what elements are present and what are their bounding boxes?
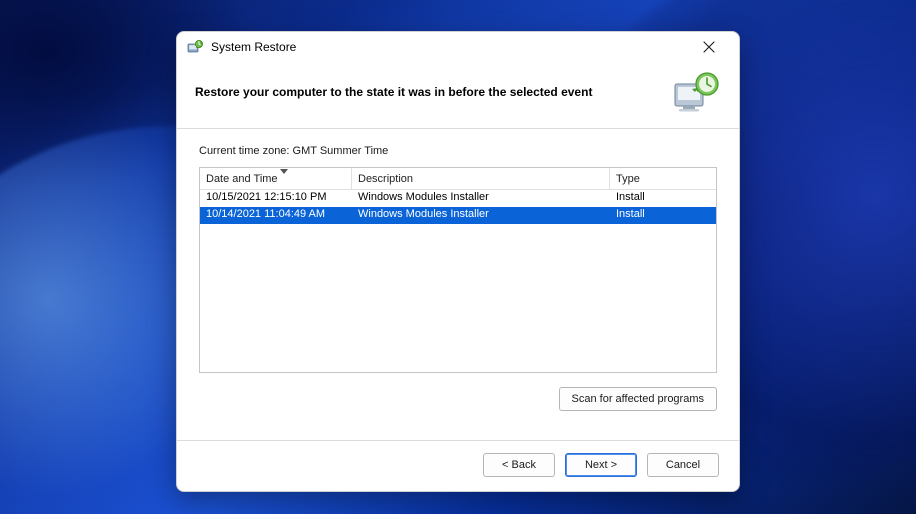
list-header: Date and Time Description Type — [200, 168, 716, 190]
cell-description: Windows Modules Installer — [352, 190, 610, 207]
column-header-description[interactable]: Description — [352, 168, 610, 189]
wizard-body: Current time zone: GMT Summer Time Date … — [177, 129, 739, 440]
system-restore-window: System Restore Restore your computer to … — [176, 31, 740, 492]
cancel-button[interactable]: Cancel — [647, 453, 719, 477]
titlebar[interactable]: System Restore — [177, 32, 739, 62]
close-button[interactable] — [687, 33, 731, 61]
cell-type: Install — [610, 190, 716, 207]
close-icon — [703, 41, 715, 53]
column-header-datetime[interactable]: Date and Time — [200, 168, 352, 189]
wizard-footer: < Back Next > Cancel — [177, 440, 739, 491]
restore-points-list[interactable]: Date and Time Description Type 10/15/202… — [199, 167, 717, 373]
scan-affected-programs-button[interactable]: Scan for affected programs — [559, 387, 717, 411]
window-title: System Restore — [211, 40, 296, 54]
system-restore-icon — [187, 39, 203, 55]
table-row[interactable]: 10/14/2021 11:04:49 AMWindows Modules In… — [200, 207, 716, 224]
back-button[interactable]: < Back — [483, 453, 555, 477]
system-restore-illustration-icon — [673, 70, 721, 114]
desktop-background: System Restore Restore your computer to … — [0, 0, 916, 514]
column-header-type[interactable]: Type — [610, 168, 716, 189]
cell-datetime: 10/14/2021 11:04:49 AM — [200, 207, 352, 224]
cell-description: Windows Modules Installer — [352, 207, 610, 224]
cell-type: Install — [610, 207, 716, 224]
wizard-heading: Restore your computer to the state it wa… — [195, 85, 661, 99]
timezone-label: Current time zone: GMT Summer Time — [199, 145, 717, 157]
next-button[interactable]: Next > — [565, 453, 637, 477]
cell-datetime: 10/15/2021 12:15:10 PM — [200, 190, 352, 207]
wizard-header: Restore your computer to the state it wa… — [177, 62, 739, 129]
table-row[interactable]: 10/15/2021 12:15:10 PMWindows Modules In… — [200, 190, 716, 207]
